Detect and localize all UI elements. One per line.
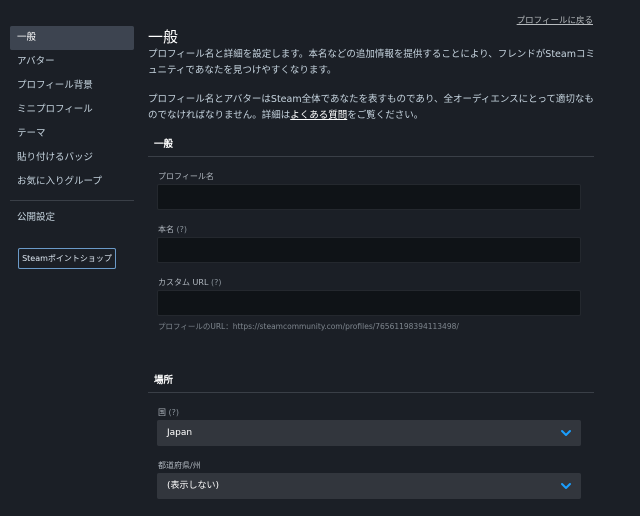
profile-edit-page: 一般 アバター プロフィール背景 ミニプロフィール テーマ 貼り付けるバッジ お… (0, 0, 640, 516)
country-label: 国 (?) (158, 407, 179, 418)
real-name-label: 本名 (?) (158, 224, 187, 235)
prefecture-selected-value: (表示しない) (167, 481, 220, 491)
chevron-down-icon (561, 430, 571, 436)
sidebar-item-profile-background[interactable]: プロフィール背景 (10, 74, 134, 98)
country-help[interactable]: (?) (169, 408, 180, 417)
sidebar-divider (10, 200, 134, 201)
general-section-title: 一般 (148, 136, 594, 157)
custom-url-label: カスタム URL (?) (158, 277, 221, 288)
sidebar-item-general[interactable]: 一般 (10, 26, 134, 50)
location-section-title: 場所 (148, 372, 594, 393)
faq-link[interactable]: よくある質問 (290, 110, 347, 121)
profile-url-hint: プロフィールのURL：https://steamcommunity.com/pr… (158, 322, 459, 331)
intro-paragraph-1: プロフィール名と詳細を設定します。本名などの追加情報を提供することにより、フレン… (148, 49, 595, 76)
prefecture-select[interactable]: (表示しない) (157, 473, 581, 499)
profile-name-label-text: プロフィール名 (158, 172, 214, 181)
real-name-label-text: 本名 (158, 225, 174, 234)
intro-text-after: をご覧ください。 (347, 110, 424, 121)
profile-name-label: プロフィール名 (158, 171, 214, 182)
country-label-text: 国 (158, 408, 166, 417)
prefecture-label-text: 都道府県/州 (158, 461, 201, 470)
custom-url-help[interactable]: (?) (211, 278, 222, 287)
profile-name-input[interactable] (157, 184, 581, 210)
custom-url-label-text: カスタム URL (158, 278, 209, 287)
chevron-down-icon (561, 483, 571, 489)
custom-url-input[interactable] (157, 290, 581, 316)
sidebar-item-mini-profile[interactable]: ミニプロフィール (10, 98, 134, 122)
intro-paragraph-2: プロフィール名とアバターはSteam全体であなたを表すものであり、全オーディエン… (148, 92, 598, 124)
back-to-profile-link[interactable]: プロフィールに戻る (517, 14, 593, 26)
prefecture-label: 都道府県/州 (158, 460, 201, 471)
page-title: 一般 (148, 28, 179, 46)
sidebar-item-featured-badge[interactable]: 貼り付けるバッジ (10, 146, 134, 170)
points-shop-button[interactable]: Steamポイントショップ (18, 248, 116, 269)
real-name-help[interactable]: (?) (177, 225, 188, 234)
country-selected-value: Japan (167, 428, 193, 438)
sidebar-item-theme[interactable]: テーマ (10, 122, 134, 146)
sidebar: 一般 アバター プロフィール背景 ミニプロフィール テーマ 貼り付けるバッジ お… (10, 26, 134, 269)
country-select[interactable]: Japan (157, 420, 581, 446)
sidebar-item-favorite-group[interactable]: お気に入りグループ (10, 170, 134, 194)
sidebar-item-privacy[interactable]: 公開設定 (10, 206, 134, 230)
real-name-input[interactable] (157, 237, 581, 263)
sidebar-item-avatar[interactable]: アバター (10, 50, 134, 74)
